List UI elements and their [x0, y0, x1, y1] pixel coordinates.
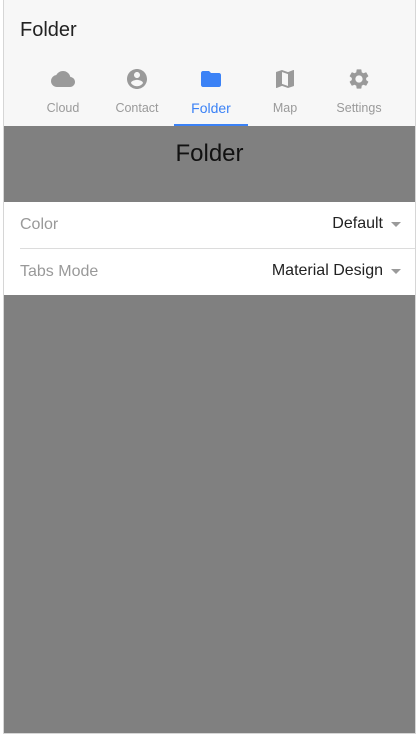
color-value: Default — [332, 215, 383, 232]
active-tab-indicator — [174, 124, 248, 126]
tabs-mode-label: Tabs Mode — [20, 263, 99, 280]
tabs-mode-select-row[interactable]: Tabs Mode Material Design — [20, 248, 415, 295]
tab-folder[interactable]: Folder — [174, 60, 248, 126]
tab-map[interactable]: Map — [248, 60, 322, 126]
tab-contact-label: Contact — [115, 101, 159, 115]
tab-contact[interactable]: Contact — [100, 60, 174, 126]
tab-partial-label: a — [4, 101, 20, 115]
account-circle-icon — [125, 67, 149, 91]
tab-map-label: Map — [272, 101, 298, 115]
tab-partial[interactable]: a — [4, 60, 20, 126]
tabs-mode-select[interactable]: Material Design — [272, 262, 401, 280]
tab-folder-label: Folder — [191, 100, 231, 116]
color-select[interactable]: Default — [332, 215, 401, 233]
tab-cloud[interactable]: Cloud — [26, 60, 100, 126]
caret-down-icon — [391, 268, 401, 274]
tabs-mode-value: Material Design — [271, 262, 383, 279]
toolbar-title: Folder — [20, 19, 77, 41]
gear-icon — [347, 67, 371, 91]
toolbar: Folder a Cloud Contact — [4, 0, 415, 126]
color-label: Color — [20, 216, 59, 233]
tab-bar: a Cloud Contact Folder — [4, 60, 415, 126]
tab-settings[interactable]: Settings — [322, 60, 396, 126]
caret-down-icon — [391, 221, 401, 227]
tab-cloud-label: Cloud — [46, 101, 80, 115]
color-select-row[interactable]: Color Default — [4, 202, 415, 248]
cloud-icon — [51, 67, 75, 91]
tab-settings-label: Settings — [336, 101, 382, 115]
folder-icon — [199, 67, 223, 91]
settings-list: Color Default Tabs Mode Material Design — [4, 202, 415, 295]
page-title: Folder — [175, 140, 244, 167]
app-frame: Folder a Cloud Contact — [3, 0, 416, 734]
map-icon — [273, 67, 297, 91]
